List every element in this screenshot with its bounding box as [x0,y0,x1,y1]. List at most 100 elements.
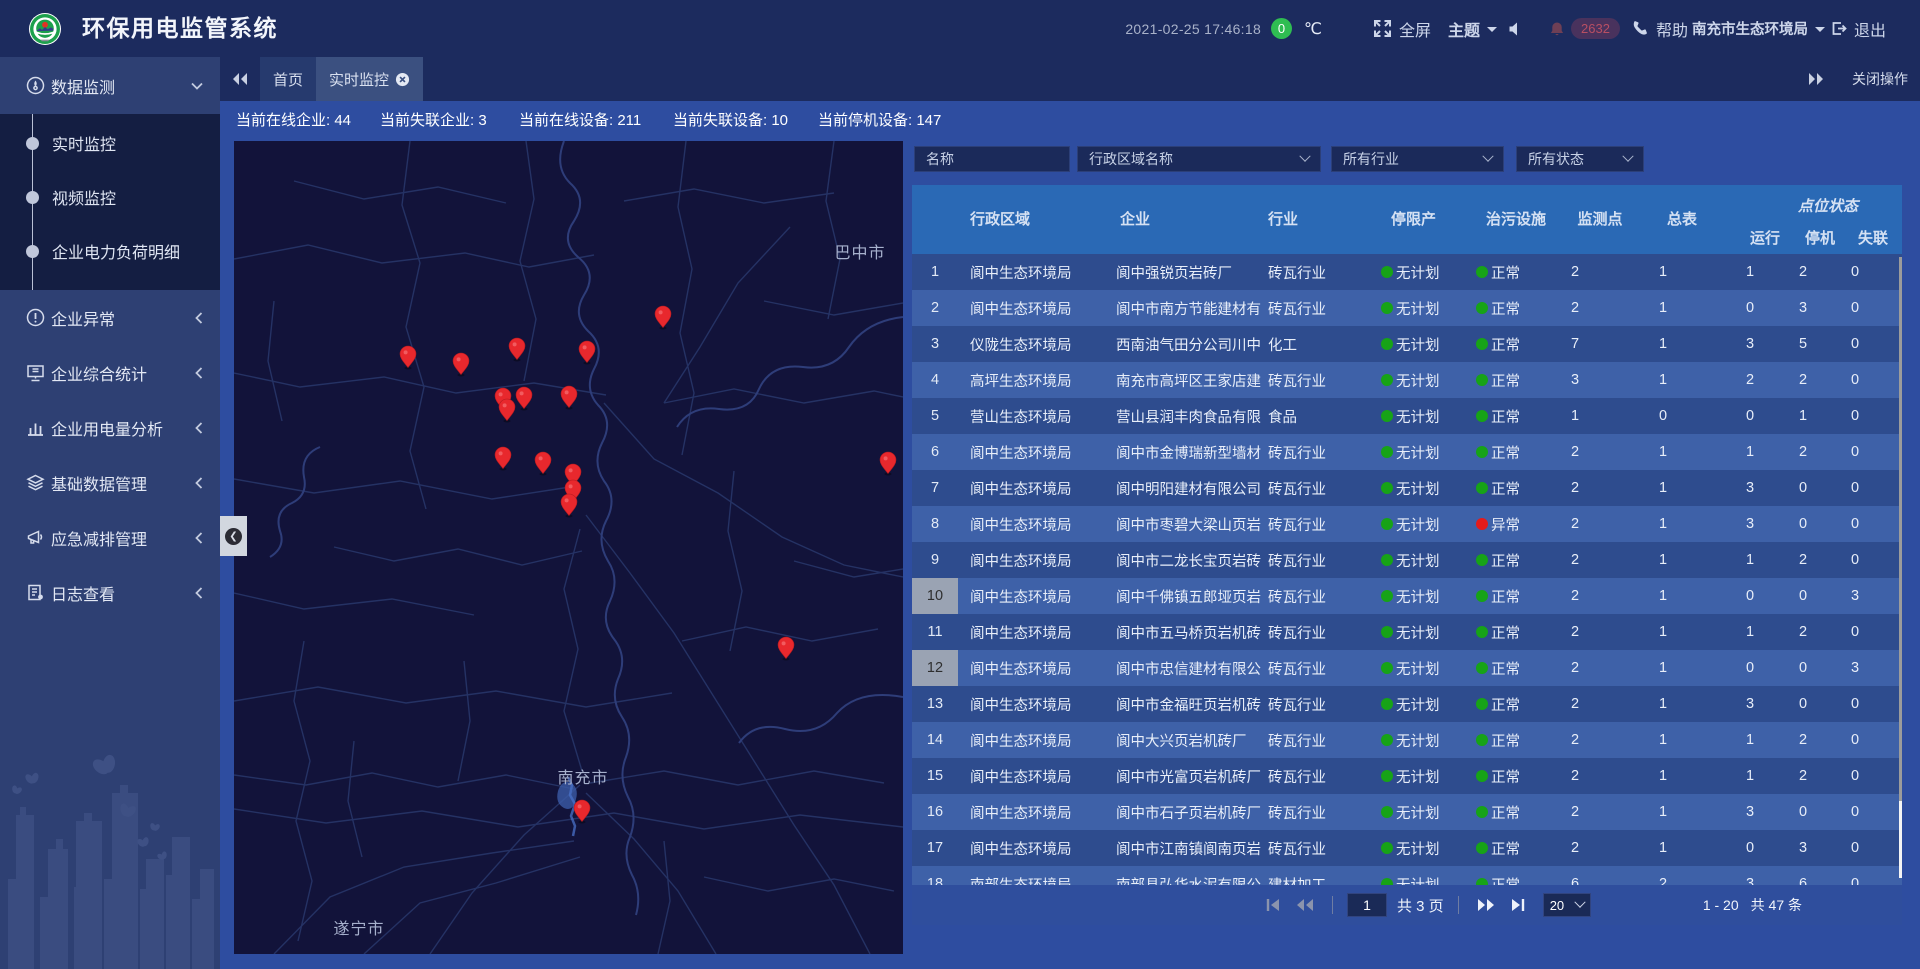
tab-close-icon[interactable] [395,72,410,87]
status-dot-icon [1476,446,1488,458]
table-row-1[interactable]: 1阆中生态环境局阆中强锐页岩砖厂砖瓦行业无计划正常21120 [912,254,1902,290]
sidebar-subitem-实时监控[interactable]: 实时监控 [0,116,220,170]
first-page-button[interactable] [1260,898,1286,912]
cell-facility: 正常 [1463,578,1531,614]
table-row-17[interactable]: 17阆中生态环境局阆中市江南镇阆南页岩砖瓦行业无计划正常21030 [912,830,1902,866]
map-pin[interactable] [561,386,577,410]
map-pin[interactable] [655,306,671,330]
region-filter-select[interactable]: 行政区域名称 [1077,146,1321,172]
double-chevron-right-icon[interactable] [1807,72,1825,86]
cell-industry: 砖瓦行业 [1263,650,1355,686]
cell-stop: 2 [1777,254,1829,290]
map-pin[interactable] [453,353,469,377]
col-header-run: 运行 [1750,227,1780,248]
table-row-2[interactable]: 2阆中生态环境局阆中市南方节能建材有砖瓦行业无计划正常21030 [912,290,1902,326]
status-dot-icon [1476,734,1488,746]
cell-limit: 无计划 [1355,686,1463,722]
status-dot-icon [1381,734,1393,746]
stat-0: 当前在线企业: 44 [236,101,351,141]
cell-limit: 无计划 [1355,434,1463,470]
cell-monitor: 2 [1531,722,1619,758]
help-button[interactable]: 帮助 [1632,17,1688,41]
theme-dropdown[interactable]: 主题 [1448,17,1497,41]
map-collapse-button[interactable]: ❮ [220,516,247,556]
table-row-12[interactable]: 12阆中生态环境局阆中市忠信建材有限公砖瓦行业无计划正常21003 [912,650,1902,686]
table-scrollbar-track[interactable] [1899,257,1902,801]
sidebar-item-0[interactable]: 数据监测 [0,57,220,114]
cell-monitor: 2 [1531,578,1619,614]
tabs-scroll-left-button[interactable] [220,57,260,101]
table-scrollbar-thumb[interactable] [1899,801,1902,878]
next-page-button[interactable] [1473,898,1499,912]
sidebar-subitem-视频监控[interactable]: 视频监控 [0,170,220,224]
chevron-down-icon [1299,151,1310,162]
map-panel[interactable]: ❮ 巴中市南充市遂宁市 [234,141,903,954]
cell-meter: 1 [1619,794,1707,830]
map-pin[interactable] [509,338,525,362]
status-dot-icon [1381,410,1393,422]
table-row-9[interactable]: 9阆中生态环境局阆中市二龙长宝页岩砖砖瓦行业无计划正常21120 [912,542,1902,578]
page-size-select[interactable]: 20 [1543,893,1591,917]
status-dot-icon [1381,482,1393,494]
last-page-button[interactable] [1505,898,1531,912]
table-row-11[interactable]: 11阆中生态环境局阆中市五马桥页岩机砖砖瓦行业无计划正常21120 [912,614,1902,650]
sidebar-item-1[interactable]: 企业异常 [0,290,220,345]
table-row-16[interactable]: 16阆中生态环境局阆中市石子页岩机砖厂砖瓦行业无计划正常21300 [912,794,1902,830]
table-row-14[interactable]: 14阆中生态环境局阆中大兴页岩机砖厂砖瓦行业无计划正常21120 [912,722,1902,758]
table-row-13[interactable]: 13阆中生态环境局阆中市金福旺页岩机砖砖瓦行业无计划正常21300 [912,686,1902,722]
map-pin[interactable] [499,399,515,423]
table-row-6[interactable]: 6阆中生态环境局阆中市金博瑞新型墙材砖瓦行业无计划正常21120 [912,434,1902,470]
cell-index: 3 [912,326,958,362]
map-pin[interactable] [880,452,896,476]
notifications-button[interactable]: 2632 [1549,18,1620,39]
cell-company: 阆中市金博瑞新型墙材 [1105,434,1263,470]
table-row-5[interactable]: 5营山生态环境局营山县润丰肉食品有限食品无计划正常10010 [912,398,1902,434]
name-filter-input[interactable]: 名称 [914,146,1070,172]
table-row-3[interactable]: 3仪陇生态环境局西南油气田分公司川中化工无计划正常71350 [912,326,1902,362]
sidebar-item-3[interactable]: 企业用电量分析 [0,400,220,455]
map-pin[interactable] [495,447,511,471]
sidebar-item-6[interactable]: 日志查看 [0,565,220,620]
sidebar-item-4[interactable]: 基础数据管理 [0,455,220,510]
status-filter-select[interactable]: 所有状态 [1516,146,1644,172]
table-row-15[interactable]: 15阆中生态环境局阆中市光富页岩机砖厂砖瓦行业无计划正常21120 [912,758,1902,794]
cell-stop: 0 [1777,470,1829,506]
table-row-7[interactable]: 7阆中生态环境局阆中明阳建材有限公司砖瓦行业无计划正常21300 [912,470,1902,506]
sidebar: 数据监测实时监控视频监控企业电力负荷明细企业异常企业综合统计企业用电量分析基础数… [0,57,220,969]
map-pin[interactable] [400,346,416,370]
sidebar-subitem-企业电力负荷明细[interactable]: 企业电力负荷明细 [0,224,220,278]
table-row-4[interactable]: 4高坪生态环境局南充市高坪区王家店建砖瓦行业无计划正常31220 [912,362,1902,398]
cell-limit: 无计划 [1355,758,1463,794]
notification-count-badge: 2632 [1571,18,1620,39]
tab-首页[interactable]: 首页 [260,57,316,101]
map-city-label-遂宁市: 遂宁市 [333,915,384,939]
cell-limit: 无计划 [1355,326,1463,362]
close-operations-button[interactable]: 关闭操作 [1852,69,1908,89]
map-pin[interactable] [778,637,794,661]
fullscreen-button[interactable]: 全屏 [1373,17,1431,41]
table-row-18[interactable]: 18南部生态环境局南部县弘华水泥有限公建材加工无计划正常62360 [912,866,1902,885]
cell-limit: 无计划 [1355,578,1463,614]
table-row-8[interactable]: 8阆中生态环境局阆中市枣碧大梁山页岩砖瓦行业无计划异常21300 [912,506,1902,542]
industry-filter-select[interactable]: 所有行业 [1331,146,1504,172]
cell-lost: 0 [1829,326,1881,362]
map-pin[interactable] [561,494,577,518]
map-pin[interactable] [574,800,590,824]
map-pin[interactable] [535,452,551,476]
tab-实时监控[interactable]: 实时监控 [316,57,423,101]
sidebar-item-2[interactable]: 企业综合统计 [0,345,220,400]
table-row-10[interactable]: 10阆中生态环境局阆中千佛镇五郎垭页岩砖瓦行业无计划正常21003 [912,578,1902,614]
map-pin[interactable] [579,341,595,365]
org-dropdown[interactable]: 南充市生态环境局 [1692,18,1825,39]
sidebar-item-5[interactable]: 应急减排管理 [0,510,220,565]
sidebar-subitem-label: 实时监控 [52,131,116,155]
cell-run: 3 [1707,686,1777,722]
cell-facility: 正常 [1463,794,1531,830]
map-pin[interactable] [516,387,532,411]
status-dot-icon [1381,626,1393,638]
page-number-input[interactable]: 1 [1347,893,1387,917]
mute-button[interactable] [1508,21,1524,37]
sidebar-subitem-label: 企业电力负荷明细 [52,239,180,263]
logout-button[interactable]: 退出 [1830,17,1886,41]
prev-page-button[interactable] [1292,898,1318,912]
